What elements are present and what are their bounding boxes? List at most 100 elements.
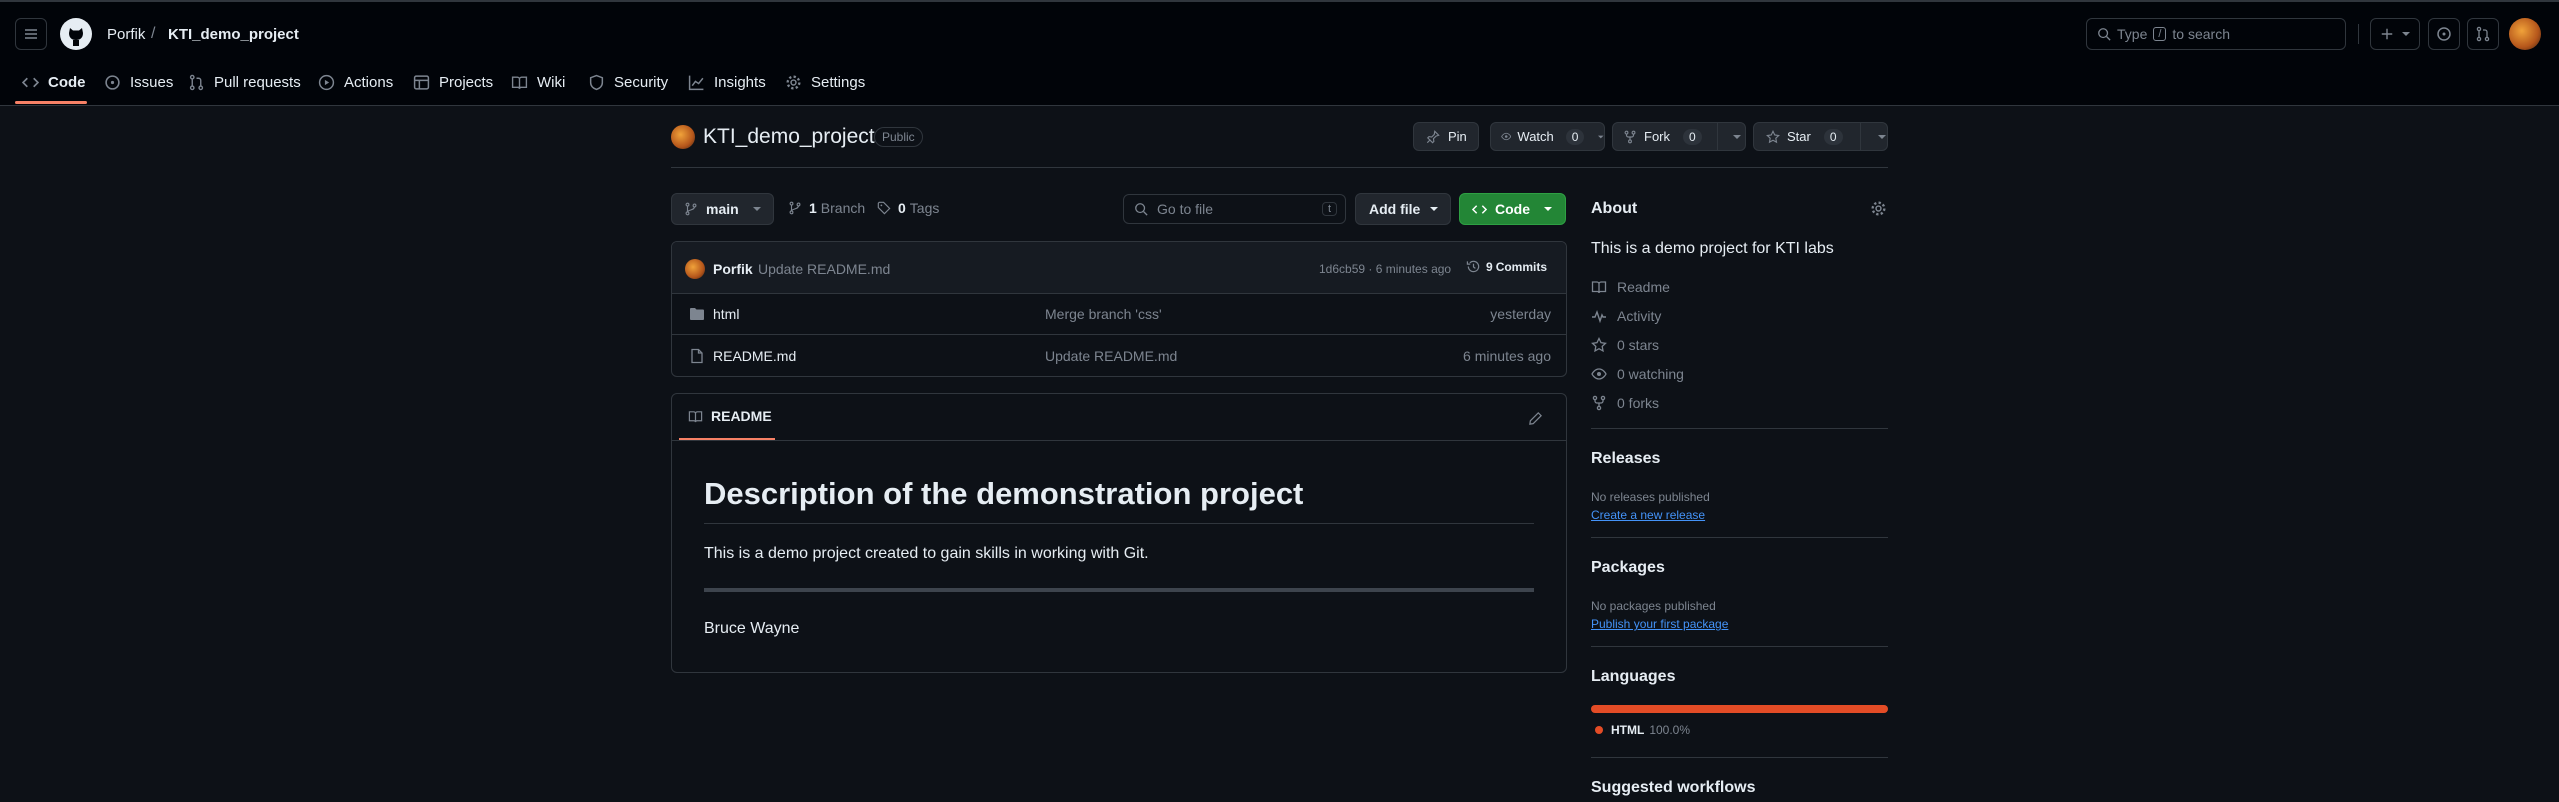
file-time: yesterday: [1490, 305, 1551, 322]
stars-link-label: 0 stars: [1617, 337, 1660, 353]
repo-forked-icon: [1624, 130, 1636, 143]
gear-icon: [786, 74, 801, 90]
file-commit-message[interactable]: Merge branch 'css': [1045, 306, 1162, 322]
tab-pull-requests-label: Pull requests: [214, 73, 301, 91]
commit-avatar: [685, 259, 705, 279]
branch-name: main: [706, 201, 739, 217]
watch-button[interactable]: Watch 0: [1490, 122, 1605, 151]
edit-readme-button[interactable]: [1525, 408, 1545, 428]
packages-none: No packages published: [1591, 599, 1716, 613]
tab-wiki-label: Wiki: [537, 73, 566, 91]
file-row[interactable]: README.md Update README.md 6 minutes ago: [671, 334, 1567, 376]
pull-requests-button[interactable]: [2467, 18, 2499, 50]
readme-tab[interactable]: README: [688, 408, 772, 424]
add-file-button[interactable]: Add file: [1355, 193, 1451, 225]
pin-button[interactable]: Pin: [1413, 122, 1479, 151]
global-header: Porfik / KTI_demo_project Type / to sear…: [0, 0, 2559, 106]
file-commit-message[interactable]: Update README.md: [1045, 348, 1177, 364]
repo-link[interactable]: KTI_demo_project: [168, 26, 299, 43]
stars-link[interactable]: 0 stars: [1591, 337, 1659, 353]
caret-down-icon: [1544, 207, 1552, 211]
tab-code-label: Code: [48, 73, 86, 91]
language-bar: [1591, 705, 1888, 713]
suggested-workflows-title: Suggested workflows: [1591, 779, 1756, 796]
forks-link[interactable]: 0 forks: [1591, 395, 1659, 411]
tab-actions[interactable]: Actions: [318, 62, 393, 102]
releases-title[interactable]: Releases: [1591, 450, 1660, 468]
sidebar-divider: [1591, 537, 1888, 538]
publish-package-link[interactable]: Publish your first package: [1591, 617, 1728, 631]
caret-down-icon: [1732, 134, 1741, 139]
user-avatar[interactable]: [2509, 18, 2541, 50]
history-icon: [1466, 260, 1480, 273]
code-icon: [22, 77, 39, 87]
tab-security[interactable]: Security: [588, 62, 668, 102]
search-input[interactable]: Type / to search: [2086, 18, 2346, 50]
readme-link[interactable]: Readme: [1591, 279, 1670, 295]
packages-title[interactable]: Packages: [1591, 559, 1665, 577]
caret-down-icon: [1430, 207, 1439, 211]
branch-label: Branch: [820, 200, 866, 216]
github-logo[interactable]: [59, 17, 93, 51]
folder-icon: [690, 307, 704, 320]
star-divider: [1859, 123, 1861, 150]
header-divider: [2358, 24, 2359, 44]
pin-label: Pin: [1448, 129, 1467, 144]
tags-label: Tags: [909, 200, 940, 216]
tab-insights-label: Insights: [714, 73, 766, 91]
star-label: Star: [1787, 129, 1811, 144]
readme-box: [671, 393, 1567, 673]
branch-select[interactable]: main: [671, 193, 774, 225]
commit-author[interactable]: Porfik: [713, 261, 753, 277]
create-new-button[interactable]: [2370, 18, 2420, 50]
fork-label: Fork: [1644, 129, 1670, 144]
activity-link[interactable]: Activity: [1591, 308, 1661, 324]
file-icon: [691, 348, 703, 363]
git-pull-request-icon: [2476, 26, 2490, 42]
code-button-label: Code: [1495, 201, 1530, 217]
repo-title[interactable]: KTI_demo_project: [703, 125, 875, 149]
code-icon: [1472, 204, 1487, 214]
star-button[interactable]: Star 0: [1753, 122, 1888, 151]
file-row[interactable]: html Merge branch 'css' yesterday: [671, 293, 1567, 333]
language-name: HTML: [1611, 723, 1645, 737]
go-to-file-key: t: [1321, 202, 1337, 216]
tab-issues[interactable]: Issues: [104, 62, 173, 102]
path-separator: /: [151, 25, 156, 42]
tags-link[interactable]: 0 Tags: [877, 200, 939, 216]
commit-hash-time[interactable]: 1d6cb59 · 6 minutes ago: [1319, 262, 1451, 276]
fork-button[interactable]: Fork 0: [1612, 122, 1746, 151]
search-icon: [1135, 203, 1148, 216]
tab-issues-label: Issues: [130, 73, 174, 91]
tab-projects[interactable]: Projects: [413, 62, 493, 102]
tab-code[interactable]: Code: [22, 62, 86, 102]
language-item-html[interactable]: HTML 100.0%: [1595, 723, 1690, 737]
fork-divider: [1716, 123, 1718, 150]
tab-wiki[interactable]: Wiki: [511, 62, 565, 102]
create-release-link[interactable]: Create a new release: [1591, 508, 1705, 522]
hamburger-icon: [25, 29, 37, 39]
issues-button[interactable]: [2428, 18, 2460, 50]
branches-link[interactable]: 1 Branch: [788, 200, 865, 216]
eye-icon: [1591, 368, 1607, 380]
github-icon: [60, 18, 92, 50]
sidebar-divider: [1591, 428, 1888, 429]
file-name[interactable]: html: [713, 306, 739, 322]
commits-link[interactable]: 9 Commits: [1466, 259, 1547, 274]
eye-icon: [1501, 132, 1512, 141]
tab-pull-requests[interactable]: Pull requests: [188, 62, 301, 102]
commit-message[interactable]: Update README.md: [758, 261, 890, 277]
code-button[interactable]: Code: [1459, 193, 1566, 225]
watching-link[interactable]: 0 watching: [1591, 366, 1684, 382]
go-to-file-input[interactable]: Go to file t: [1123, 194, 1346, 224]
tab-settings[interactable]: Settings: [785, 62, 865, 102]
about-settings-button[interactable]: [1870, 200, 1888, 218]
tags-count: 0: [898, 200, 906, 216]
owner-link[interactable]: Porfik: [107, 26, 145, 43]
file-name[interactable]: README.md: [713, 348, 796, 364]
title-divider: [671, 167, 1888, 168]
shield-icon: [589, 74, 604, 90]
tab-insights[interactable]: Insights: [688, 62, 766, 102]
search-key: /: [2153, 27, 2167, 41]
menu-button[interactable]: [15, 18, 47, 50]
